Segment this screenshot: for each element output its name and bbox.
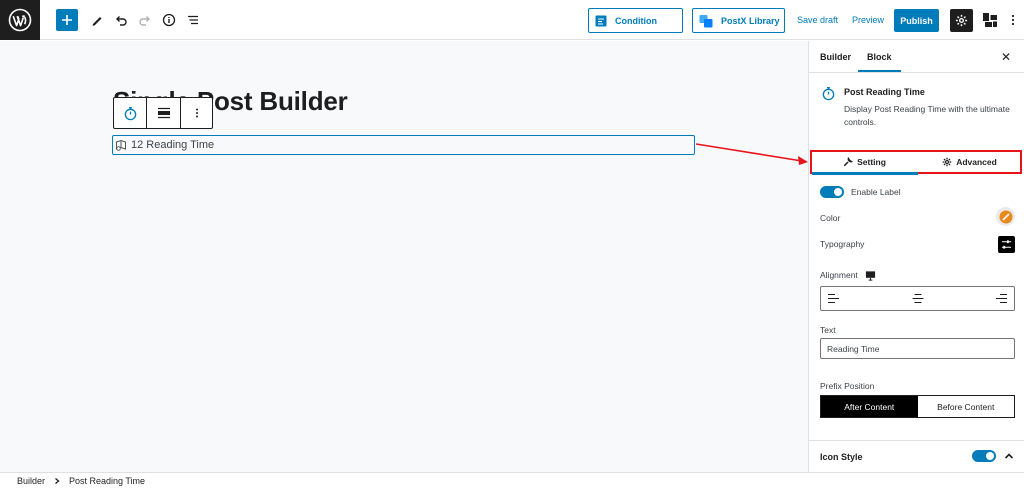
publish-button[interactable]: Publish	[894, 9, 939, 32]
after-content-option[interactable]: After Content	[821, 396, 918, 417]
undo-icon	[116, 16, 127, 26]
block-align-button[interactable]	[147, 98, 181, 128]
options-menu-button[interactable]	[1002, 9, 1024, 31]
redo-icon	[139, 16, 150, 26]
breadcrumb-item-block[interactable]: Post Reading Time	[69, 476, 145, 486]
annotation-highlight-box	[810, 150, 1022, 174]
align-right-button[interactable]	[947, 287, 1014, 310]
typography-label: Typography	[820, 239, 865, 249]
reading-book-icon	[116, 139, 126, 151]
reading-text-input[interactable]: Reading Time	[820, 338, 1015, 359]
details-button[interactable]	[158, 9, 180, 31]
close-icon[interactable]: ✕	[1001, 50, 1011, 64]
postx-library-label: PostX Library	[721, 15, 780, 26]
typography-settings-button[interactable]	[998, 236, 1015, 253]
tools-button[interactable]	[86, 9, 108, 31]
block-type-button[interactable]	[114, 98, 147, 128]
settings-button[interactable]	[950, 9, 973, 32]
postx-library-button[interactable]: PostX Library	[692, 8, 785, 33]
enable-label-text: Enable Label	[851, 187, 901, 197]
add-block-button[interactable]	[56, 9, 78, 31]
redo-button[interactable]	[134, 9, 156, 31]
align-center-icon	[912, 294, 923, 303]
prefix-position-control: After Content Before Content	[820, 395, 1015, 418]
stopwatch-icon	[124, 106, 136, 120]
editor-canvas[interactable]: Single Post Builder 12 Reading Time	[0, 41, 808, 472]
align-left-icon	[828, 294, 839, 303]
align-wide-icon	[157, 107, 170, 119]
sliders-icon	[1001, 240, 1012, 249]
gear-icon	[955, 14, 968, 27]
plus-icon	[62, 15, 72, 25]
chevron-right-icon	[55, 477, 60, 484]
tab-builder[interactable]: Builder	[820, 52, 851, 62]
sidebar-tabs: Builder Block ✕	[809, 41, 1024, 73]
responsive-desktop-icon[interactable]	[865, 268, 876, 286]
block-options-button[interactable]	[181, 98, 212, 128]
before-content-option[interactable]: Before Content	[917, 396, 1014, 417]
stopwatch-icon	[821, 86, 836, 106]
condition-button[interactable]: Condition	[588, 8, 683, 33]
icon-style-toggle[interactable]	[972, 450, 996, 462]
align-center-button[interactable]	[888, 287, 948, 310]
condition-label: Condition	[615, 15, 657, 26]
reading-time-text: 12 Reading Time	[131, 139, 215, 151]
layout-blocks-icon	[983, 13, 997, 27]
alignment-label: Alignment	[820, 270, 858, 280]
pencil-icon	[92, 17, 102, 26]
breadcrumb-item-builder[interactable]: Builder	[17, 476, 45, 486]
tab-block[interactable]: Block	[867, 52, 892, 62]
block-card: Post Reading Time Display Post Reading T…	[809, 74, 1024, 144]
text-label: Text	[820, 325, 836, 335]
save-draft-button[interactable]: Save draft	[797, 13, 838, 27]
post-reading-time-block[interactable]: 12 Reading Time	[112, 135, 695, 155]
color-label: Color	[820, 213, 841, 223]
color-picker-button[interactable]	[996, 207, 1015, 226]
undo-button[interactable]	[110, 9, 132, 31]
chevron-up-icon[interactable]	[1003, 449, 1015, 467]
icon-style-label: Icon Style	[820, 452, 863, 462]
enable-label-toggle[interactable]	[820, 186, 844, 198]
settings-sidebar: Builder Block ✕ Post Reading Time Displa…	[808, 41, 1024, 472]
list-view-button[interactable]	[182, 9, 204, 31]
info-icon	[162, 13, 176, 27]
wordpress-logo-icon[interactable]	[0, 0, 40, 40]
editor-top-toolbar: Condition PostX Library Save draft Previ…	[0, 0, 1024, 40]
align-right-icon	[996, 294, 1008, 303]
color-swatch-icon	[999, 210, 1012, 223]
postx-logo-icon	[699, 14, 713, 28]
block-toolbar	[113, 97, 213, 129]
postx-builder-button[interactable]	[979, 9, 1001, 31]
annotation-arrow	[695, 143, 808, 165]
active-sub-tab-indicator	[812, 172, 918, 175]
preview-button[interactable]: Preview	[852, 13, 884, 27]
more-vertical-icon	[195, 108, 198, 118]
sidebar-divider	[809, 440, 1024, 441]
block-card-description: Display Post Reading Time with the ultim…	[844, 104, 1010, 127]
list-view-icon	[188, 15, 198, 25]
enable-label-row: Enable Label	[820, 186, 901, 198]
more-vertical-icon	[1011, 14, 1015, 26]
prefix-position-label: Prefix Position	[820, 381, 875, 391]
active-tab-indicator	[858, 70, 901, 72]
breadcrumb: Builder Post Reading Time	[0, 472, 1024, 488]
align-left-button[interactable]	[821, 287, 888, 310]
alignment-control	[820, 286, 1015, 311]
block-card-title: Post Reading Time	[844, 87, 925, 97]
condition-icon	[595, 15, 607, 27]
